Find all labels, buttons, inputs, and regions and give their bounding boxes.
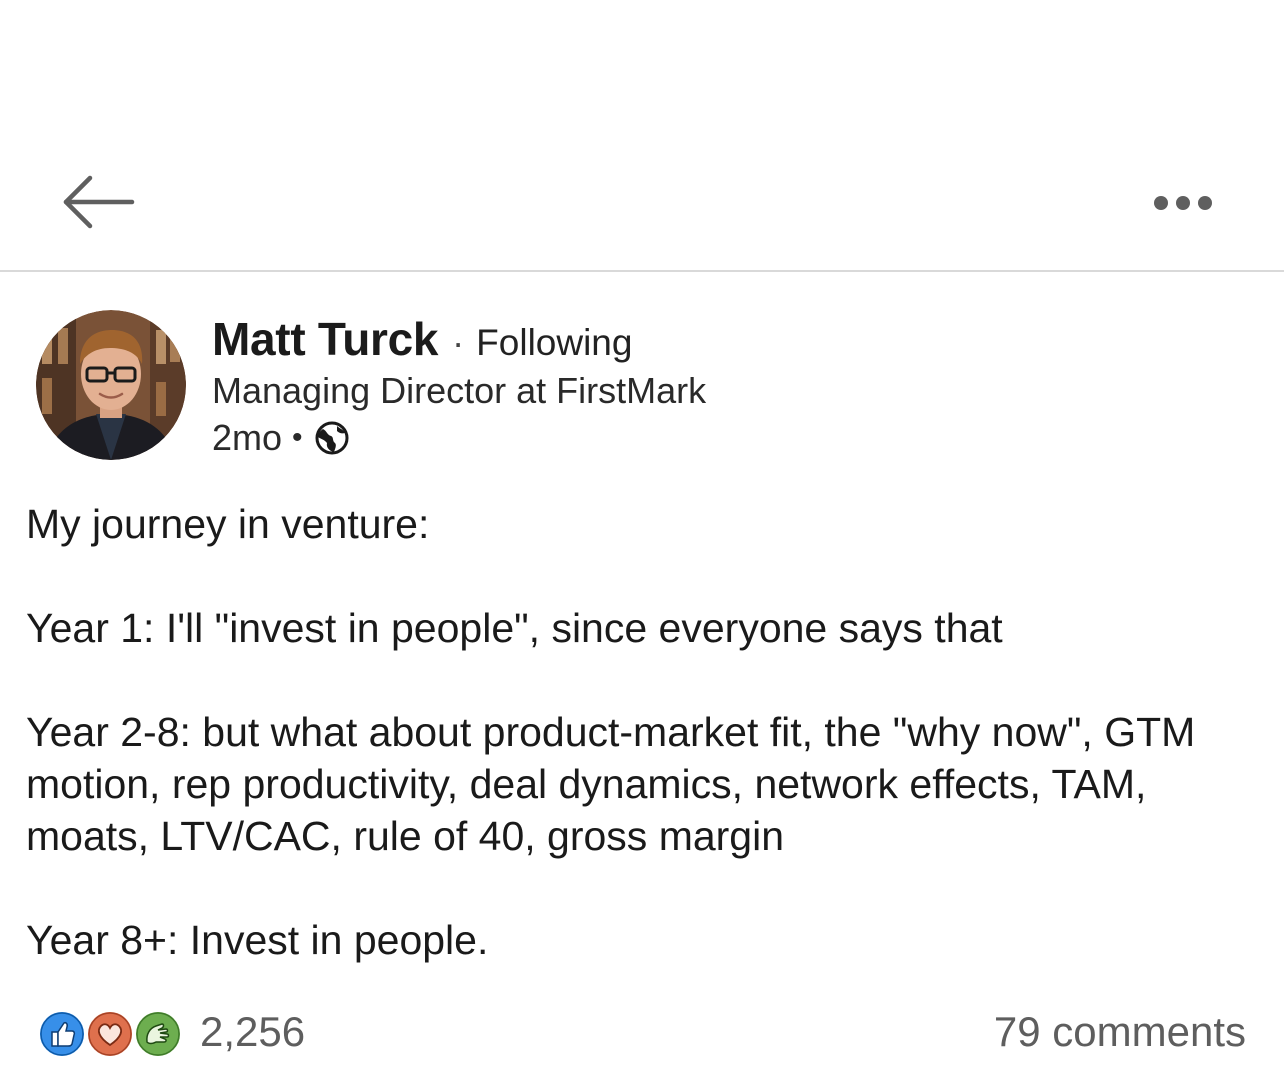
more-horizontal-icon bbox=[1154, 196, 1212, 210]
meta-separator: • bbox=[292, 421, 303, 454]
comments-count-link[interactable]: 79 comments bbox=[994, 1008, 1246, 1056]
post-meta: 2mo • bbox=[212, 417, 349, 459]
reaction-icons bbox=[38, 1008, 188, 1058]
author-name[interactable]: Matt Turck bbox=[212, 312, 438, 366]
arrow-left-icon bbox=[63, 175, 135, 229]
author-headline: Managing Director at FirstMark bbox=[212, 370, 707, 411]
reaction-count: 2,256 bbox=[200, 1008, 306, 1055]
love-icon bbox=[86, 1010, 134, 1058]
avatar[interactable] bbox=[36, 310, 186, 460]
post-paragraph: My journey in venture: bbox=[26, 501, 430, 547]
more-options-button[interactable] bbox=[1140, 180, 1230, 226]
profile-photo bbox=[36, 310, 186, 460]
back-button[interactable] bbox=[56, 168, 140, 238]
name-separator: · bbox=[452, 322, 465, 363]
globe-icon bbox=[315, 421, 349, 455]
reactions-summary[interactable]: 2,256 bbox=[38, 1008, 306, 1058]
top-navigation-bar bbox=[0, 0, 1284, 272]
post-paragraph: Year 1: I'll "invest in people", since e… bbox=[26, 605, 1003, 651]
like-icon bbox=[38, 1010, 86, 1058]
following-status: Following bbox=[476, 322, 633, 363]
post-paragraph: Year 2-8: but what about product-market … bbox=[26, 709, 1196, 859]
celebrate-icon bbox=[134, 1010, 182, 1058]
post-detail-screen: Matt Turck · Following Managing Director… bbox=[0, 0, 1284, 1092]
author-line: Matt Turck · Following bbox=[212, 312, 632, 366]
post-paragraph: Year 8+: Invest in people. bbox=[26, 917, 489, 963]
post-text: My journey in venture: Year 1: I'll "inv… bbox=[26, 498, 1256, 1018]
post-time: 2mo bbox=[212, 417, 283, 458]
